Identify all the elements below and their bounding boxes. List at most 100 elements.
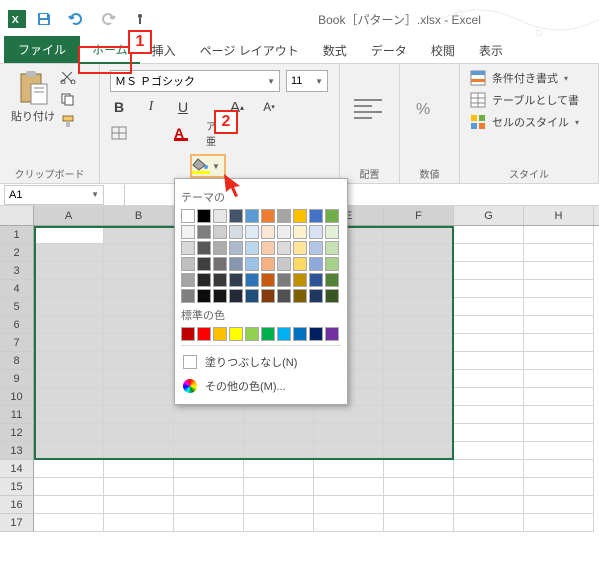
color-swatch[interactable] [309,241,323,255]
cell[interactable] [384,244,454,262]
color-swatch[interactable] [213,209,227,223]
name-box[interactable]: A1▼ [4,185,104,205]
format-as-table-button[interactable]: テーブルとして書 [470,92,588,108]
cell[interactable] [384,280,454,298]
color-swatch[interactable] [197,257,211,271]
color-swatch[interactable] [293,257,307,271]
color-swatch[interactable] [293,209,307,223]
color-swatch[interactable] [309,273,323,287]
row-header[interactable]: 12 [0,424,34,442]
cell[interactable] [174,496,244,514]
color-swatch[interactable] [245,257,259,271]
cell[interactable] [174,406,244,424]
color-swatch[interactable] [245,289,259,303]
color-swatch[interactable] [277,327,291,341]
cell[interactable] [384,478,454,496]
cell[interactable] [104,388,174,406]
row-header[interactable]: 10 [0,388,34,406]
cell[interactable] [384,334,454,352]
color-swatch[interactable] [293,225,307,239]
cell[interactable] [454,334,524,352]
cell[interactable] [34,406,104,424]
color-swatch[interactable] [181,225,195,239]
col-header-H[interactable]: H [524,206,594,225]
color-swatch[interactable] [309,257,323,271]
cell[interactable] [34,316,104,334]
cell[interactable] [34,460,104,478]
color-swatch[interactable] [213,289,227,303]
cell[interactable] [244,496,314,514]
cell[interactable] [384,514,454,532]
cell[interactable] [454,244,524,262]
cell[interactable] [34,262,104,280]
border-button[interactable] [110,125,128,141]
color-swatch[interactable] [213,241,227,255]
color-swatch[interactable] [181,327,195,341]
row-header[interactable]: 14 [0,460,34,478]
color-swatch[interactable] [277,289,291,303]
format-painter-icon[interactable] [60,114,76,128]
color-swatch[interactable] [325,241,339,255]
col-header-G[interactable]: G [454,206,524,225]
row-header[interactable]: 7 [0,334,34,352]
color-swatch[interactable] [245,327,259,341]
color-swatch[interactable] [229,209,243,223]
cell[interactable] [384,496,454,514]
cell[interactable] [314,406,384,424]
color-swatch[interactable] [181,273,195,287]
color-swatch[interactable] [229,241,243,255]
cell[interactable] [34,244,104,262]
cell[interactable] [454,496,524,514]
color-swatch[interactable] [277,241,291,255]
row-header[interactable]: 8 [0,352,34,370]
color-swatch[interactable] [309,289,323,303]
color-swatch[interactable] [181,289,195,303]
row-header[interactable]: 15 [0,478,34,496]
cell[interactable] [104,316,174,334]
cell[interactable] [524,406,594,424]
cell[interactable] [524,442,594,460]
cell[interactable] [104,460,174,478]
color-swatch[interactable] [293,273,307,287]
cell[interactable] [174,424,244,442]
cell[interactable] [34,370,104,388]
underline-button[interactable]: U [174,98,192,116]
font-size-combo[interactable]: 11▼ [286,70,328,92]
cell[interactable] [454,424,524,442]
cell[interactable] [524,370,594,388]
color-swatch[interactable] [293,289,307,303]
cell[interactable] [384,424,454,442]
cell[interactable] [524,262,594,280]
cell[interactable] [454,370,524,388]
color-swatch[interactable] [197,327,211,341]
row-header[interactable]: 1 [0,226,34,244]
cell[interactable] [244,514,314,532]
cell[interactable] [244,424,314,442]
cell[interactable] [384,406,454,424]
cell[interactable] [384,388,454,406]
fill-color-button-placeholder[interactable] [142,125,160,141]
color-swatch[interactable] [213,257,227,271]
no-fill-item[interactable]: 塗りつぶしなし(N) [181,350,341,374]
cell[interactable] [454,514,524,532]
tab-review[interactable]: 校閲 [419,38,467,63]
cell[interactable] [174,460,244,478]
cell[interactable] [384,352,454,370]
color-swatch[interactable] [309,327,323,341]
color-swatch[interactable] [261,257,275,271]
cell[interactable] [524,298,594,316]
tab-pagelayout[interactable]: ページ レイアウト [188,38,311,63]
cell[interactable] [454,460,524,478]
undo-icon[interactable] [68,11,84,27]
cell[interactable] [244,406,314,424]
color-swatch[interactable] [213,225,227,239]
color-swatch[interactable] [229,327,243,341]
row-header[interactable]: 4 [0,280,34,298]
color-swatch[interactable] [293,327,307,341]
italic-button[interactable]: I [142,98,160,116]
cell[interactable] [314,460,384,478]
color-swatch[interactable] [277,225,291,239]
color-swatch[interactable] [261,273,275,287]
cell[interactable] [524,280,594,298]
cell[interactable] [34,442,104,460]
